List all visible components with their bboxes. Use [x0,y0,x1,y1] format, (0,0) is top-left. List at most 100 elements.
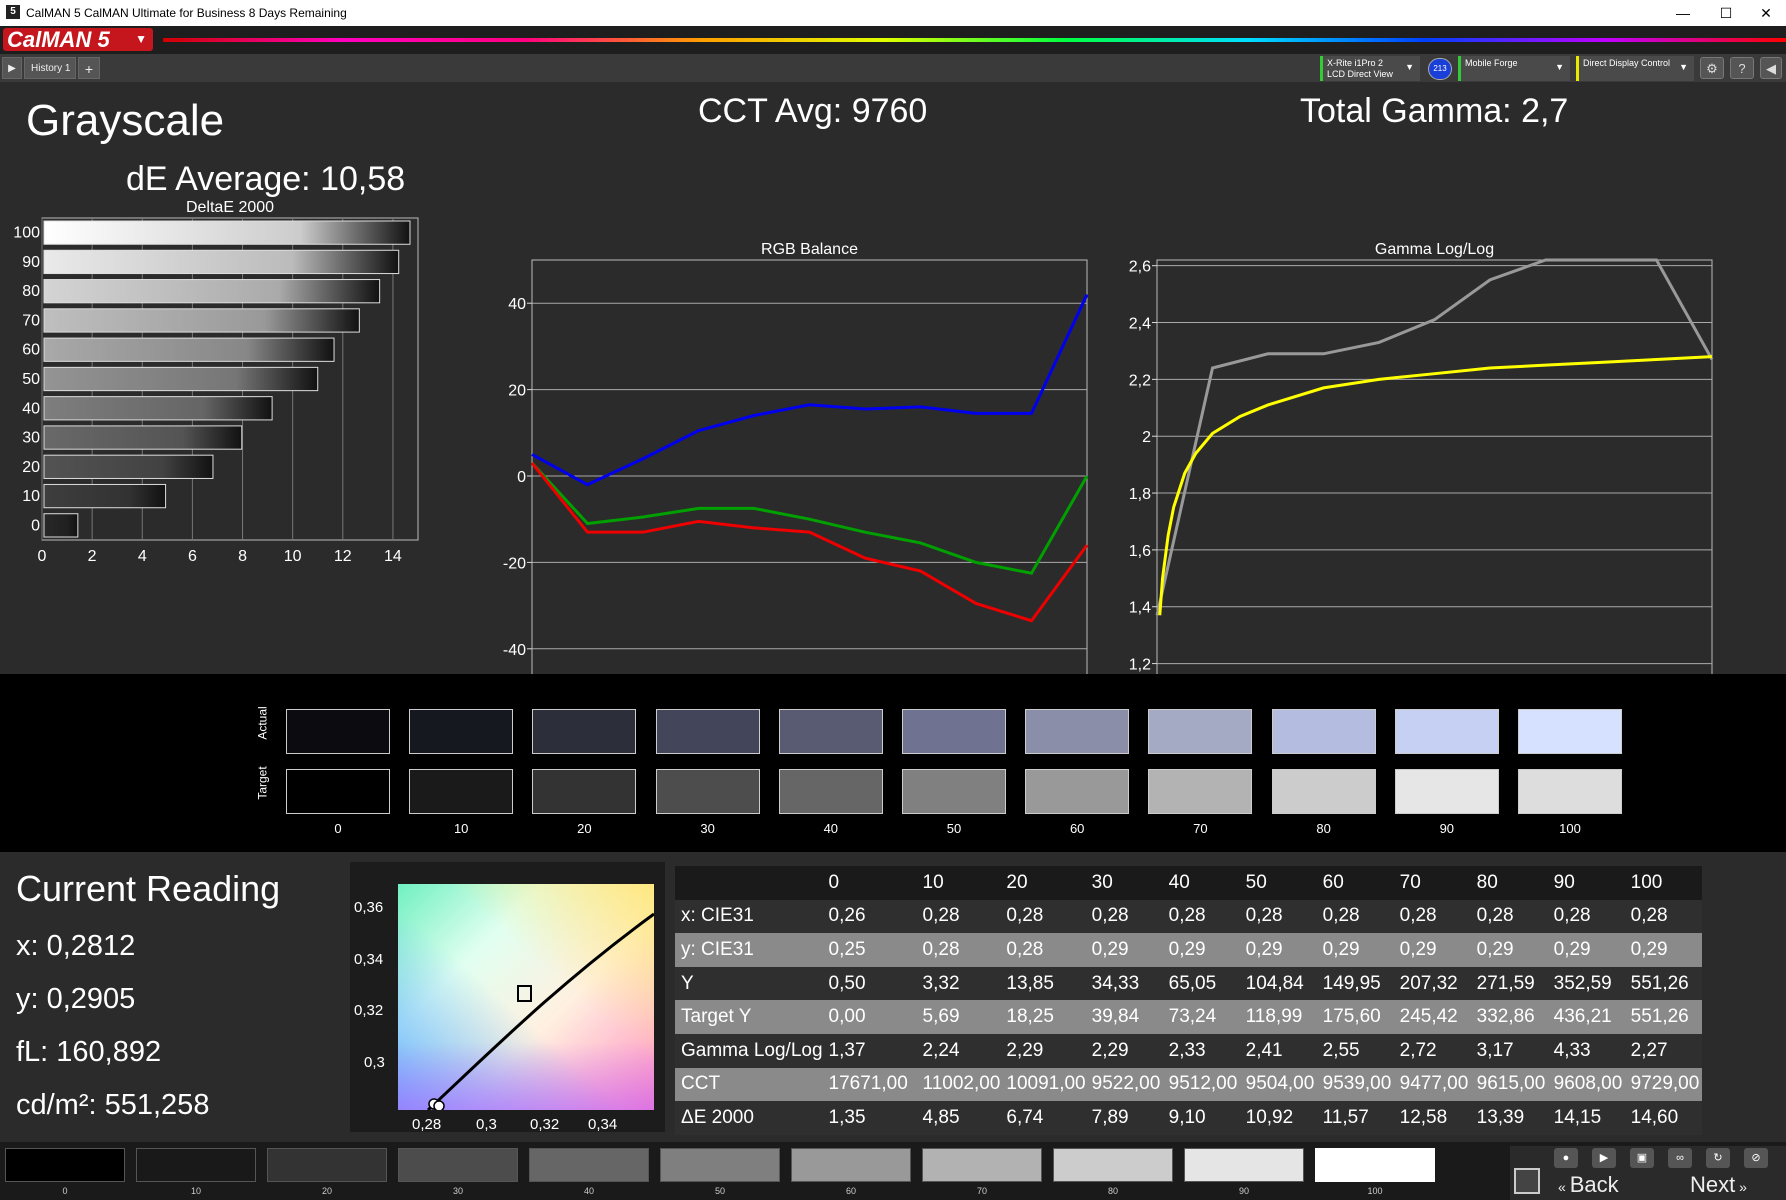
table-cell: 0,28 [1091,905,1129,927]
swatch-panel: Actual Target 0 10 20 30 40 50 60 70 80 90 100 [0,674,1786,852]
display-name: Direct Display Control [1583,58,1671,68]
close-button[interactable]: ✕ [1746,3,1786,23]
target-swatch [778,769,883,814]
back-button[interactable]: « Back [1558,1172,1619,1198]
help-icon[interactable]: ? [1730,57,1754,79]
table-row: CCT 17671,00 11002,00 10091,00 9522,00 9512,0… [675,1067,1702,1102]
patch-button[interactable] [267,1148,387,1182]
swatch-label: 40 [823,821,839,836]
table-header-cell: 10 [922,871,944,893]
add-tab-button[interactable]: + [78,57,100,79]
patch-button[interactable] [529,1148,649,1182]
meter-badge[interactable]: 213 [1428,58,1452,80]
table-cell: 9504,00 [1245,1073,1315,1095]
next-button[interactable]: Next » [1690,1172,1747,1198]
deltae-bar [43,220,411,245]
loop-icon[interactable]: ∞ [1668,1148,1692,1168]
swatch-label: 100 [1559,821,1581,836]
gamma-chart: Gamma Log/Log2,62,42,221,81,61,41,201020… [1129,241,1714,674]
target-swatch [1394,769,1499,814]
actual-swatch [655,709,760,754]
deltae-bar [43,454,214,479]
cie-xtick: 0,32 [530,1116,560,1133]
swatch-label: 0 [334,821,342,836]
table-row-label: CCT [681,1073,721,1095]
patch-label: 40 [583,1186,594,1196]
deltae-category: 10 [22,488,40,505]
deltae-bar [43,279,381,304]
table-cell: 2,55 [1322,1039,1360,1061]
deltae-bar [43,249,400,275]
patch-label: 10 [190,1186,201,1196]
patch-button[interactable] [922,1148,1042,1182]
gamma-chart-ytick: 2,2 [1129,372,1151,389]
deltae-category: 0 [31,517,40,534]
patch-button[interactable] [1315,1148,1435,1182]
patch-button[interactable] [5,1148,125,1182]
gear-icon[interactable]: ⚙ [1700,57,1724,79]
charts-canvas: DeltaE 20000 2 4 6 8 10 12 14100908070605040302… [13,199,1714,674]
meter-selector[interactable]: X-Rite i1Pro 2 LCD Direct View ▼ [1320,56,1420,81]
tab-bar: ▶ History 1 + X-Rite i1Pro 2 LCD Direct … [0,54,1786,82]
stop-icon[interactable] [1514,1168,1540,1194]
table-row: y: CIE31 0,25 0,28 0,28 0,29 0,29 0,29 0,29 0,29… [675,933,1702,967]
cie-xtick: 0,28 [412,1116,442,1133]
table-cell: 13,39 [1476,1106,1525,1128]
table-cell: 1,35 [828,1106,866,1128]
calman-menu-button[interactable]: CalMAN 5 ▼ [3,28,153,51]
refresh-icon[interactable]: ↻ [1706,1148,1730,1168]
rgb-chart-title: RGB Balance [761,241,858,258]
table-cell: 352,59 [1553,972,1612,994]
patch-button[interactable] [398,1148,518,1182]
swatch-label: 80 [1316,821,1331,836]
table-cell: 551,26 [1630,972,1689,994]
target-swatch [532,769,637,814]
table-cell: 0,29 [1553,938,1591,960]
deltae-title: DeltaE 2000 [186,199,274,216]
display-selector[interactable]: Direct Display Control ▼ [1576,56,1694,81]
minimize-button[interactable]: — [1663,3,1703,23]
rgb-chart-ytick: 40 [508,296,526,313]
back-icon: « [1558,1179,1570,1195]
source-selector[interactable]: Mobile Forge ▼ [1458,56,1570,81]
table-cell: 0,28 [1322,905,1360,927]
patch-button[interactable] [791,1148,911,1182]
patch-button[interactable] [136,1148,256,1182]
table-header-cell: 40 [1168,871,1190,893]
swatch-label: 30 [700,821,715,836]
table-row-label: Target Y [681,1006,752,1028]
back-arrow-icon[interactable]: ◀ [1760,57,1782,79]
deltae-xtick: 4 [138,548,147,565]
reading-y: y: 0,2905 [16,983,136,1015]
tab-history-1[interactable]: History 1 [24,57,76,79]
table-cell: 0,28 [1399,905,1437,927]
play-icon[interactable]: ▶ [2,57,22,79]
logo-text: CalMAN 5 [7,27,110,52]
table-header-cell: 0 [828,871,840,893]
table-cell: 9477,00 [1399,1073,1469,1095]
maximize-button[interactable]: ☐ [1706,3,1746,23]
deltae-xtick: 14 [384,548,402,565]
meter-mode: LCD Direct View [1327,69,1393,79]
next-icon: » [1735,1179,1747,1195]
table-cell: 9729,00 [1630,1073,1700,1095]
patch-button[interactable] [1053,1148,1173,1182]
patch-button[interactable] [1184,1148,1304,1182]
target-swatch [286,769,390,814]
play-icon[interactable]: ▶ [1592,1148,1616,1168]
save-icon[interactable]: ▣ [1630,1148,1654,1168]
table-header-cell: 80 [1476,871,1498,893]
rainbow-stripe [163,38,1786,42]
chevron-down-icon: ▼ [1555,62,1564,72]
target-swatch [655,769,760,814]
meter-name: X-Rite i1Pro 2 [1327,58,1384,68]
table-row: Y 0,50 3,32 13,85 34,33 65,05 104,84 149,95 207,… [675,966,1702,1001]
deltae-bar [43,425,243,450]
table-row: x: CIE31 0,26 0,28 0,28 0,28 0,28 0,28 0,28 0,28… [675,899,1702,934]
table-cell: 0,28 [1476,905,1514,927]
record-icon[interactable]: ● [1554,1148,1578,1168]
pin-icon[interactable]: ⊘ [1744,1148,1768,1168]
swatch-label: 20 [577,821,592,836]
table-cell: 2,72 [1399,1039,1437,1061]
patch-button[interactable] [660,1148,780,1182]
